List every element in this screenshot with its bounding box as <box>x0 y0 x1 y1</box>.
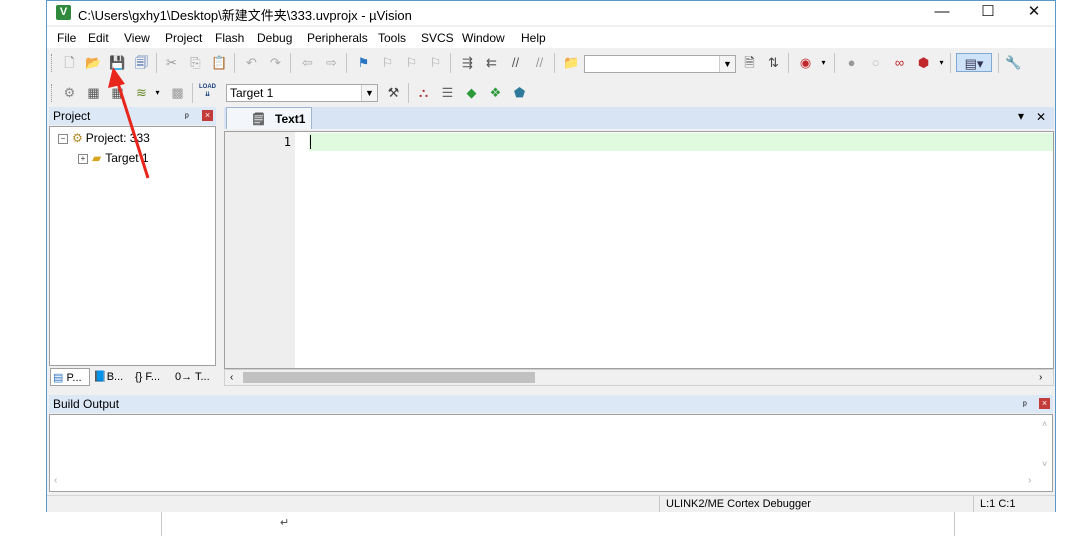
annotation-arrow <box>108 67 150 179</box>
arrow-head <box>108 67 125 88</box>
arrow-shaft <box>115 79 150 179</box>
